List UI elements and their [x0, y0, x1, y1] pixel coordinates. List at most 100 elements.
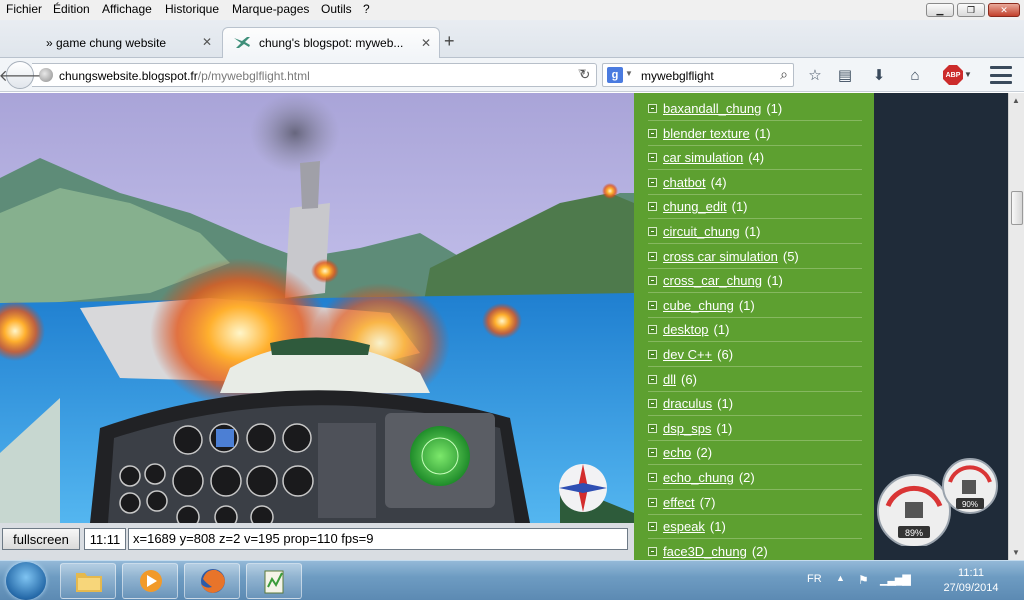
label-link[interactable]: desktop — [663, 322, 709, 337]
menu-affichage[interactable]: Affichage — [102, 2, 152, 16]
expand-bullet-icon[interactable] — [648, 522, 657, 532]
adblock-plus-icon[interactable]: ABP — [943, 65, 963, 85]
label-link[interactable]: car simulation — [663, 150, 743, 165]
label-link[interactable]: cross car simulation — [663, 249, 778, 264]
minimize-button[interactable]: ▁ — [926, 3, 954, 17]
search-icon[interactable]: ⌕ — [780, 66, 788, 83]
hamburger-menu-icon[interactable] — [990, 66, 1012, 84]
menu-fichier[interactable]: Fichier — [6, 2, 42, 16]
label-link[interactable]: espeak — [663, 519, 705, 534]
ram-chip-icon — [962, 480, 976, 494]
system-clock[interactable]: 11:11 27/09/2014 — [926, 566, 1016, 596]
expand-bullet-icon[interactable] — [648, 350, 657, 359]
expand-bullet-icon[interactable] — [648, 325, 657, 335]
url-path: /p/mywebglflight.html — [197, 69, 310, 83]
label-link[interactable]: effect — [663, 495, 695, 510]
label-link[interactable]: dll — [663, 372, 676, 387]
bookmarks-list-icon[interactable]: ▤ — [834, 65, 856, 85]
scrollbar[interactable]: ▲ ▼ — [1008, 93, 1024, 560]
menu-outils[interactable]: Outils — [321, 2, 352, 16]
meter-gadgets[interactable]: 89% 90% — [874, 456, 1004, 546]
taskbar-explorer[interactable] — [60, 563, 116, 599]
expand-bullet-icon[interactable] — [648, 497, 657, 507]
label-link[interactable]: blender texture — [663, 126, 750, 141]
flight-status-readout: x=1689 y=808 z=2 v=195 prop=110 fps=9 — [128, 528, 628, 550]
close-window-button[interactable]: ✕ — [988, 3, 1020, 17]
expand-bullet-icon[interactable] — [648, 448, 657, 458]
label-count: (2) — [696, 445, 713, 461]
start-button[interactable] — [6, 562, 46, 600]
label-link[interactable]: circuit_chung — [663, 224, 740, 239]
label-link[interactable]: chatbot — [663, 175, 706, 190]
close-tab-icon[interactable]: ✕ — [421, 36, 431, 50]
engine-dropdown-icon[interactable]: ▼ — [625, 69, 633, 78]
adblock-dropdown-icon[interactable]: ▼ — [964, 70, 972, 79]
menu-help[interactable]: ? — [363, 2, 370, 16]
url-text: chungswebsite.blogspot.fr/p/mywebglfligh… — [59, 69, 310, 83]
scroll-up-icon[interactable]: ▲ — [1012, 96, 1020, 105]
expand-bullet-icon[interactable] — [648, 399, 657, 409]
menu-marque-pages[interactable]: Marque-pages — [232, 2, 309, 16]
scroll-down-icon[interactable]: ▼ — [1012, 548, 1020, 557]
folder-icon — [76, 573, 102, 592]
menu-edition[interactable]: Édition — [53, 2, 90, 16]
label-list-item: echo (2) — [648, 441, 862, 466]
expand-bullet-icon[interactable] — [648, 128, 657, 138]
search-box[interactable]: g ▼ mywebglflight ⌕ — [602, 63, 794, 87]
label-link[interactable]: cross_car_chung — [663, 273, 762, 288]
label-link[interactable]: dsp_sps — [663, 421, 711, 436]
expand-bullet-icon[interactable] — [648, 202, 657, 212]
label-link[interactable]: chung_edit — [663, 199, 727, 214]
label-link[interactable]: draculus — [663, 396, 712, 411]
expand-bullet-icon[interactable] — [648, 227, 657, 236]
expand-bullet-icon[interactable] — [648, 423, 657, 433]
language-indicator[interactable]: FR — [807, 573, 822, 585]
home-icon[interactable]: ⌂ — [904, 65, 926, 85]
show-hidden-icons-icon[interactable]: ▲ — [836, 573, 845, 583]
label-link[interactable]: dev C++ — [663, 347, 712, 362]
expand-bullet-icon[interactable] — [648, 473, 657, 482]
expand-bullet-icon[interactable] — [648, 546, 657, 556]
label-count: (1) — [738, 297, 755, 313]
taskbar-media-player[interactable] — [122, 563, 178, 599]
download-icon[interactable]: ⬇ — [868, 65, 890, 85]
expand-bullet-icon[interactable] — [648, 177, 657, 187]
expand-bullet-icon[interactable] — [648, 374, 657, 384]
label-count: (6) — [717, 347, 734, 362]
url-bar[interactable]: chungswebsite.blogspot.fr/p/mywebglfligh… — [32, 63, 597, 87]
tab-mywebglflight[interactable]: chung's blogspot: myweb... ✕ — [222, 27, 440, 58]
back-button[interactable]: 🡐 — [0, 61, 41, 89]
expand-bullet-icon[interactable] — [648, 276, 657, 286]
media-player-icon — [140, 570, 162, 592]
webgl-flight-canvas[interactable] — [0, 93, 634, 523]
label-count: (1) — [731, 199, 748, 215]
label-link[interactable]: face3D_chung — [663, 544, 747, 559]
expand-bullet-icon[interactable] — [648, 153, 657, 163]
label-list-item: dev C++ (6) — [648, 343, 862, 367]
expand-bullet-icon[interactable] — [648, 104, 657, 113]
action-center-flag-icon[interactable]: ⚑ — [858, 573, 869, 587]
label-list-item: draculus (1) — [648, 392, 862, 417]
label-link[interactable]: baxandall_chung — [663, 101, 761, 116]
reload-button[interactable]: ↻ — [574, 63, 596, 87]
bookmark-star-icon[interactable]: ☆ — [804, 65, 826, 85]
volume-icon[interactable]: 🔈︎ — [906, 573, 913, 588]
restore-button[interactable]: ❐ — [957, 3, 985, 17]
new-tab-button[interactable]: + — [444, 31, 455, 52]
google-icon[interactable]: g — [607, 67, 623, 83]
taskbar-firefox[interactable] — [184, 563, 240, 599]
scrollbar-thumb[interactable] — [1011, 191, 1023, 225]
taskbar-editor[interactable] — [246, 563, 302, 599]
fullscreen-button[interactable]: fullscreen — [2, 528, 80, 550]
label-link[interactable]: echo_chung — [663, 470, 734, 485]
label-list-item: blender texture (1) — [648, 122, 862, 146]
close-tab-icon[interactable]: ✕ — [202, 35, 212, 49]
search-input[interactable]: mywebglflight — [641, 69, 714, 83]
label-list-item: baxandall_chung (1) — [648, 97, 862, 121]
tab-game-chung-website[interactable]: » game chung website ✕ — [30, 27, 220, 58]
menu-historique[interactable]: Historique — [165, 2, 219, 16]
label-link[interactable]: echo — [663, 445, 691, 460]
label-link[interactable]: cube_chung — [663, 298, 734, 313]
expand-bullet-icon[interactable] — [648, 251, 657, 261]
expand-bullet-icon[interactable] — [648, 300, 657, 310]
